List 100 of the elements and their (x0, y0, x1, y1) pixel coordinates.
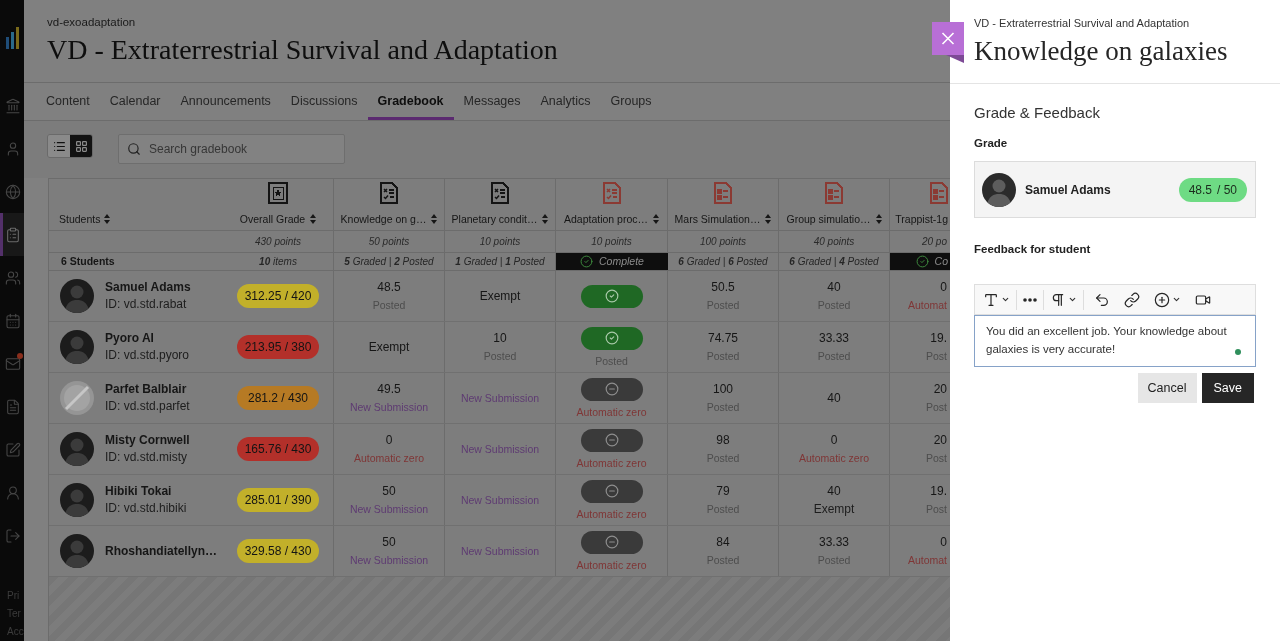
save-button[interactable]: Save (1201, 373, 1254, 403)
status-label: Automatic zero (799, 451, 869, 465)
grade-value: 40 (827, 484, 841, 499)
grade-value: 50 (382, 535, 396, 550)
grade-value: 40 (827, 390, 841, 406)
sidebar-item[interactable] (0, 213, 24, 256)
clipboard-icon (5, 226, 21, 243)
overall-grade-pill[interactable]: 165.76 / 430 (237, 437, 319, 461)
points-label: 40 points (813, 235, 855, 249)
struck-avatar (60, 381, 94, 415)
minus-circle-icon (604, 535, 619, 549)
overall-grade-pill[interactable]: 213.95 / 380 (237, 335, 319, 359)
document-icon (5, 398, 21, 415)
summary-text: 1 Graded | 1 Posted (455, 255, 545, 269)
course-title: VD - Extraterrestrial Survival and Adaptation (47, 34, 559, 66)
column-header[interactable]: Mars Simulation… (674, 212, 772, 226)
summary-text: 10 items (259, 255, 297, 269)
student-id: ID: vd.std.parfet (105, 398, 190, 415)
student-name[interactable]: Pyoro AI (105, 330, 190, 347)
status-label: Automatic zero (576, 557, 647, 572)
status-label: New Submission (349, 502, 429, 516)
column-header[interactable]: Overall Grade (239, 212, 317, 226)
minus-circle-icon (604, 382, 619, 396)
avatar-silhouette (60, 534, 94, 568)
overall-grade-pill[interactable]: 281.2 / 430 (237, 386, 319, 410)
grade-value: 20 (933, 433, 947, 448)
status-label: Automatic zero (576, 506, 647, 521)
student-name[interactable]: Rhoshandiatellyn… (105, 542, 217, 560)
points-label: 430 points (254, 235, 302, 249)
completion-pill[interactable] (580, 530, 643, 554)
column-header[interactable]: Adaptation proc… (563, 212, 660, 226)
student-name[interactable]: Hibiki Tokai (105, 483, 187, 500)
status-label: Exempt (813, 502, 855, 516)
grade-value: Exempt (368, 339, 410, 355)
close-button[interactable] (932, 22, 964, 63)
student-name[interactable]: Misty Cornwell (105, 432, 190, 449)
grade-value: 0 (940, 535, 947, 550)
list-icon (52, 139, 66, 153)
grade-value: 10 (493, 331, 507, 346)
grade-value: 0 (940, 280, 947, 295)
plus-circle-icon (1154, 291, 1170, 308)
grade-value: 48.5 (377, 280, 401, 295)
column-header[interactable]: Group simulatio… (786, 212, 882, 226)
caret-icon (1001, 295, 1010, 304)
user-icon (5, 140, 21, 157)
avatar-silhouette (60, 279, 94, 313)
column-header[interactable]: Students (59, 212, 111, 226)
completion-pill[interactable] (580, 479, 643, 503)
student-count: 6 Students (61, 253, 115, 269)
student-name[interactable]: Samuel Adams (105, 279, 191, 296)
completion-pill[interactable] (580, 377, 643, 401)
student-name[interactable]: Parfet Balblair (105, 381, 190, 398)
check-circle-icon (604, 331, 619, 345)
grade-value: 84 (716, 535, 730, 550)
check-circle-icon (915, 255, 929, 268)
grade-value: 98 (716, 433, 730, 448)
grade-value: 40 (827, 280, 841, 295)
column-header[interactable]: Trappist-1g (895, 212, 948, 226)
minus-circle-icon (604, 433, 619, 447)
column-header[interactable]: Knowledge on g… (340, 212, 438, 226)
sort-icon (875, 214, 882, 224)
grade-value: 100 (713, 382, 733, 397)
edit-icon (5, 441, 21, 458)
column-header[interactable]: Planetary condit… (451, 212, 549, 226)
feedback-field[interactable]: You did an excellent job. Your knowledge about galaxies is very accurate! (974, 315, 1256, 367)
overall-grade-pill[interactable]: 285.01 / 390 (237, 488, 319, 512)
grade-value: 20 (933, 382, 947, 397)
sign-out-icon (5, 527, 21, 544)
grade-value: 0 (385, 433, 393, 448)
completion-pill[interactable] (580, 326, 643, 350)
grade-input[interactable]: 48.5 (1188, 180, 1212, 199)
student-id: ID: vd.std.rabat (105, 296, 188, 313)
grade-value: 74.75 (708, 331, 738, 346)
grade-value: 19. (930, 484, 947, 499)
student-id: ID: vd.std.hibiki (105, 500, 187, 517)
status-label: New Submission (349, 400, 429, 414)
completion-pill[interactable] (580, 284, 643, 308)
search-icon (127, 142, 141, 156)
calendar-icon (5, 312, 21, 329)
summary-text: 5 Graded | 2 Posted (344, 255, 434, 269)
points-label: 20 po (921, 235, 947, 249)
search-field[interactable]: Search gradebook (118, 134, 345, 164)
grid-view-button[interactable] (70, 135, 92, 157)
grade-value: 19. (930, 331, 947, 346)
completion-pill[interactable] (580, 428, 643, 452)
list-view-button[interactable] (48, 135, 70, 157)
points-label: 50 points (368, 235, 410, 249)
pilcrow-icon (1050, 291, 1066, 308)
overall-grade-pill[interactable]: 329.58 / 430 (237, 539, 319, 563)
link-icon (1124, 291, 1140, 308)
caret-icon (1172, 295, 1181, 304)
section-heading: Grade & Feedback (974, 103, 1101, 123)
student-name: Samuel Adams (1025, 181, 1111, 199)
cancel-button[interactable]: Cancel (1137, 373, 1197, 403)
status-label: New Submission (349, 553, 429, 567)
grade-label: Grade (974, 136, 1009, 150)
overall-grade-pill[interactable]: 312.25 / 420 (237, 284, 319, 308)
summary-text: 6 Graded | 6 Posted (678, 255, 768, 269)
sort-icon (310, 214, 317, 224)
status-label: Automatic zero (576, 455, 647, 470)
